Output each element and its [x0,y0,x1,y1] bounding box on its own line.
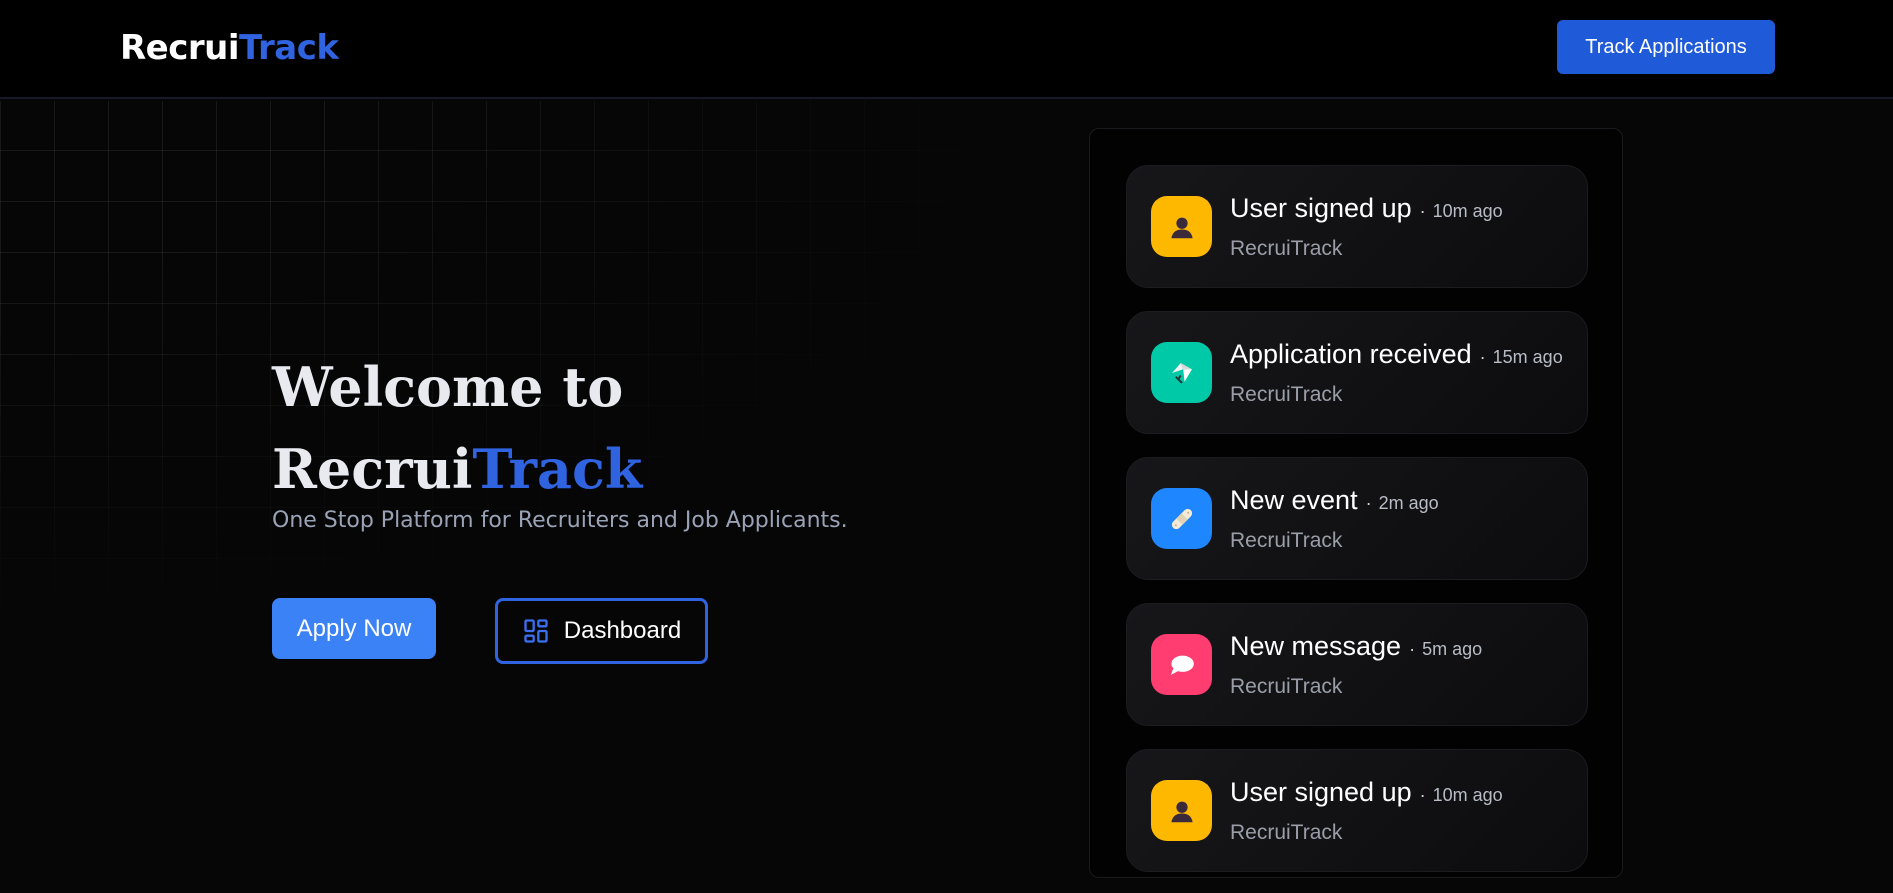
track-applications-button[interactable]: Track Applications [1557,20,1775,74]
user-icon [1170,217,1193,238]
event-icon [1171,508,1192,529]
feed-item-source: RecruiTrack [1230,821,1343,844]
hero-title: Welcome to RecruiTrack [272,346,642,510]
hero-subtitle: One Stop Platform for Recruiters and Job… [272,508,848,533]
separator-dot: · [1419,785,1426,805]
feed-item-source: RecruiTrack [1230,383,1343,406]
dashboard-icon [524,619,548,643]
feed-item-source: RecruiTrack [1230,529,1343,552]
feed-item-title: New message [1230,631,1402,661]
feed-item[interactable]: User signed up · 10m ago RecruiTrack [1126,165,1588,288]
activity-feed: User signed up · 10m ago RecruiTrack App… [1089,128,1623,878]
feed-item-source: RecruiTrack [1230,675,1343,698]
feed-item-time: 2m ago [1378,493,1439,513]
feed-item[interactable]: New message · 5m ago RecruiTrack [1126,603,1588,726]
feed-item-title-line: New message · 5m ago [1230,631,1482,662]
feed-item[interactable]: User signed up · 10m ago RecruiTrack [1126,749,1588,872]
feed-item-title: User signed up [1230,193,1412,223]
feed-item[interactable]: New event · 2m ago RecruiTrack [1126,457,1588,580]
top-nav: RecruiTrack Track Applications [0,0,1893,99]
application-icon [1171,362,1192,384]
hero-title-line2: RecruiTrack [272,428,642,510]
user-icon [1170,801,1193,822]
logo[interactable]: RecruiTrack [120,28,339,68]
feed-item-icon-bg [1151,342,1212,403]
separator-dot: · [1409,639,1416,659]
logo-text-recrui: Recrui [120,28,240,68]
dashboard-button[interactable]: Dashboard [495,598,708,664]
feed-item-title-line: User signed up · 10m ago [1230,777,1503,808]
message-icon [1170,655,1194,675]
feed-item-icon-bg [1151,780,1212,841]
feed-item-icon-bg [1151,196,1212,257]
feed-item-title-line: User signed up · 10m ago [1230,193,1503,224]
separator-dot: · [1365,493,1372,513]
logo-text-track: Track [239,28,339,68]
separator-dot: · [1419,201,1426,221]
feed-item-icon-bg [1151,634,1212,695]
separator-dot: · [1479,347,1486,367]
hero-title-line1: Welcome to [272,355,624,419]
feed-item-source: RecruiTrack [1230,237,1343,260]
hero-brand-recrui: Recrui [272,437,473,501]
feed-item-title: Application received [1230,339,1472,369]
hero-brand-track: Track [472,437,643,501]
feed-item-time: 10m ago [1432,785,1503,805]
feed-item-icon-bg [1151,488,1212,549]
feed-item-title-line: Application received · 15m ago [1230,339,1563,370]
feed-item-title: New event [1230,485,1358,515]
feed-item[interactable]: Application received · 15m ago RecruiTra… [1126,311,1588,434]
feed-item-time: 15m ago [1492,347,1563,367]
apply-now-button[interactable]: Apply Now [272,598,436,659]
feed-item-title: User signed up [1230,777,1412,807]
feed-item-title-line: New event · 2m ago [1230,485,1439,516]
feed-item-time: 10m ago [1432,201,1503,221]
dashboard-button-label: Dashboard [563,617,682,644]
feed-item-time: 5m ago [1422,639,1483,659]
